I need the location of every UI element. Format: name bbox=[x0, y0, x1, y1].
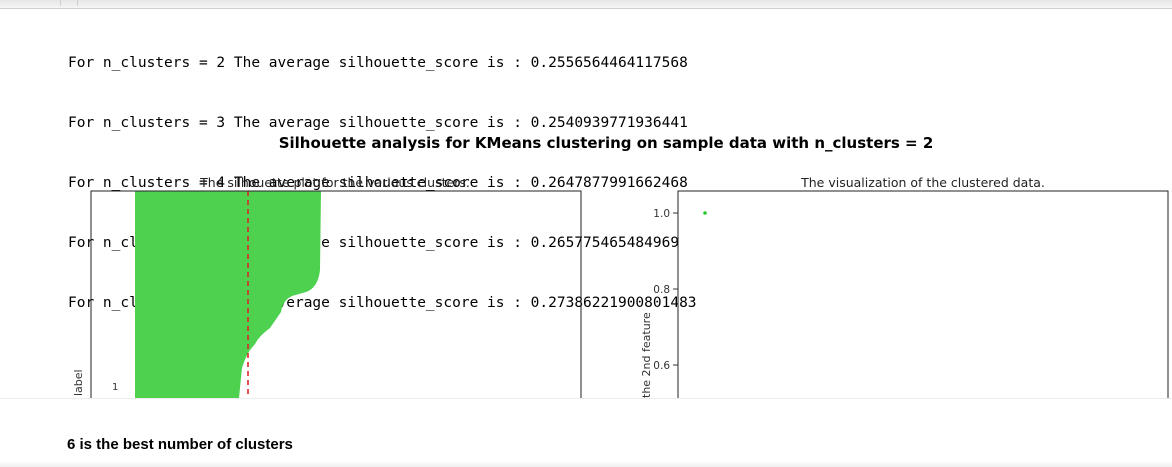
silhouette-plot-title: The silhouette plot for the various clus… bbox=[199, 175, 470, 190]
scatter-y-axis-label: the 2nd feature bbox=[640, 312, 653, 398]
y-tick-label: 0.8 bbox=[653, 284, 670, 296]
scatter-point bbox=[703, 211, 707, 215]
cell-separator bbox=[0, 398, 1172, 467]
separator-shade bbox=[0, 461, 1172, 467]
scatter-plot-title: The visualization of the clustered data. bbox=[800, 175, 1045, 190]
scatter-y-ticks: 1.0 0.8 0.6 bbox=[653, 208, 678, 372]
scatter-plot-axes bbox=[677, 190, 1169, 400]
silhouette-cluster-fill bbox=[135, 191, 321, 398]
best-clusters-text: 6 is the best number of clusters bbox=[67, 436, 293, 453]
silhouette-y-axis-label: label bbox=[72, 369, 85, 396]
y-tick-label: 0.6 bbox=[653, 360, 670, 372]
figure-canvas: The silhouette plot for the various clus… bbox=[72, 175, 1169, 400]
y-tick-label: 1.0 bbox=[653, 208, 670, 220]
silhouette-cluster-tick: 1 bbox=[112, 382, 118, 393]
